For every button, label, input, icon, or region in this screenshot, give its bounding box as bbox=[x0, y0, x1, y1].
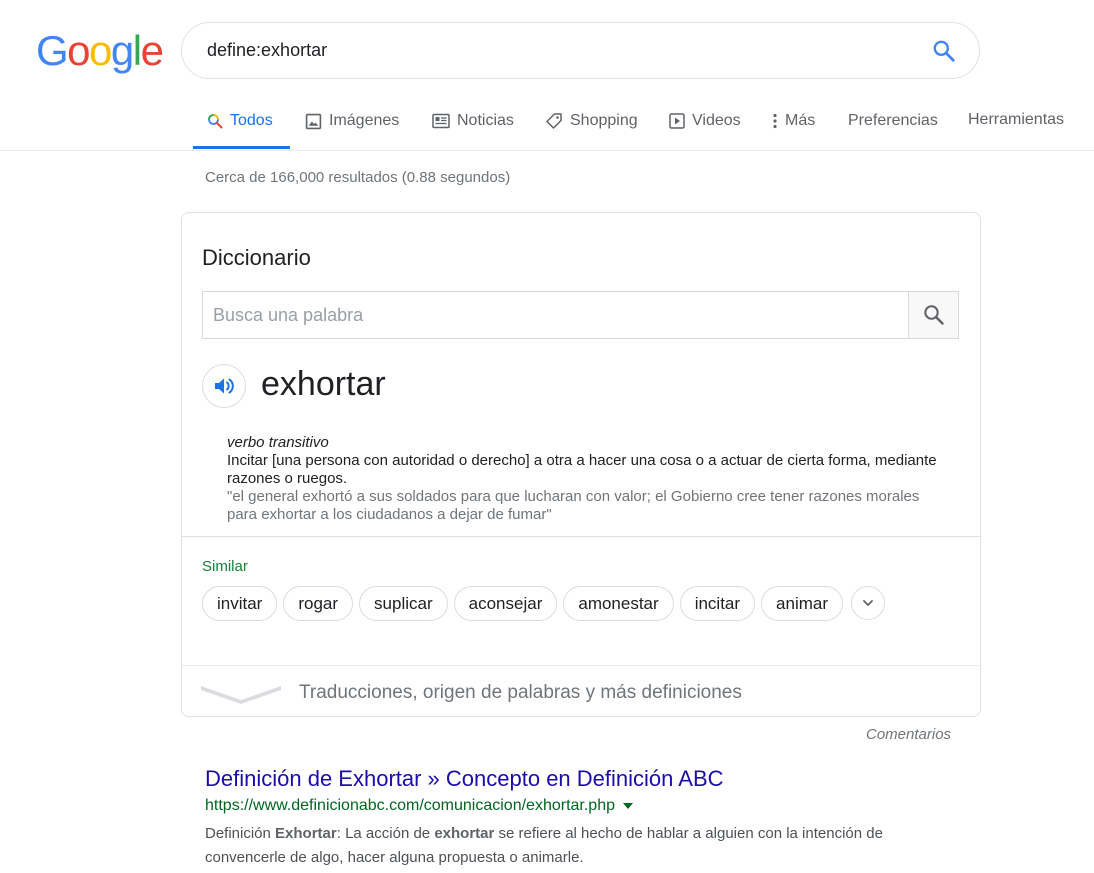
result-snippet: Definición Exhortar: La acción de exhort… bbox=[205, 822, 965, 870]
tab-label: Más bbox=[785, 112, 816, 129]
dictionary-search-input[interactable] bbox=[202, 291, 909, 339]
logo-letter: e bbox=[140, 27, 164, 74]
search-box[interactable]: define:exhortar bbox=[181, 22, 980, 79]
tab-label: Todos bbox=[230, 112, 273, 129]
more-definitions-label: Traducciones, origen de palabras y más d… bbox=[299, 682, 742, 703]
search-tabs: Todos Imágenes Noticias Shopping Videos bbox=[0, 100, 1094, 151]
pronunciation-button[interactable] bbox=[202, 364, 246, 408]
dictionary-card: Diccionario exhortar verbo transitivo In… bbox=[181, 212, 981, 717]
similar-words: invitar rogar suplicar aconsejar amonest… bbox=[202, 586, 886, 621]
tab-imagenes[interactable]: Imágenes bbox=[305, 112, 399, 130]
logo-letter: o bbox=[89, 27, 112, 74]
tab-label: Herramientas bbox=[968, 111, 1065, 128]
tab-label: Preferencias bbox=[848, 112, 938, 129]
tab-herramientas[interactable]: Herramientas bbox=[968, 111, 1064, 129]
similar-chip[interactable]: animar bbox=[761, 586, 844, 621]
similar-chip[interactable]: amonestar bbox=[563, 586, 674, 621]
definition-text: Incitar [una persona con autoridad o der… bbox=[227, 452, 937, 487]
chevron-down-icon bbox=[863, 600, 873, 606]
headword: exhortar bbox=[261, 365, 386, 403]
logo-letter: G bbox=[36, 27, 69, 74]
search-icon bbox=[208, 114, 223, 129]
feedback-link[interactable]: Comentarios bbox=[866, 726, 951, 743]
result-stats: Cerca de 166,000 resultados (0.88 segund… bbox=[205, 169, 511, 186]
search-input[interactable]: define:exhortar bbox=[207, 40, 327, 61]
caret-down-icon[interactable] bbox=[623, 803, 633, 809]
logo-letter: g bbox=[110, 27, 134, 74]
result-title-link[interactable]: Definición de Exhortar » Concepto en Def… bbox=[205, 766, 724, 792]
similar-chip[interactable]: aconsejar bbox=[453, 586, 558, 621]
snippet-text: : La acción de bbox=[336, 825, 435, 842]
similar-chip[interactable]: incitar bbox=[679, 586, 756, 621]
search-icon bbox=[933, 40, 955, 62]
card-title: Diccionario bbox=[202, 245, 311, 270]
tab-mas[interactable]: Más bbox=[772, 112, 815, 130]
snippet-text: Definición bbox=[205, 825, 276, 842]
speaker-icon bbox=[215, 378, 234, 394]
example-sentence: "el general exhortó a sus soldados para … bbox=[227, 488, 920, 523]
expand-similar-button[interactable] bbox=[851, 586, 886, 620]
more-vert-icon bbox=[773, 113, 777, 129]
tab-preferencias[interactable]: Preferencias bbox=[848, 112, 938, 130]
tab-noticias[interactable]: Noticias bbox=[432, 112, 514, 130]
search-icon bbox=[923, 305, 944, 325]
tab-label: Noticias bbox=[457, 112, 514, 129]
dictionary-search-button[interactable] bbox=[908, 291, 959, 339]
result-url-text: https://www.definicionabc.com/comunicaci… bbox=[205, 797, 615, 814]
divider bbox=[182, 536, 980, 537]
similar-chip[interactable]: rogar bbox=[283, 586, 354, 621]
google-logo[interactable]: Google bbox=[36, 27, 164, 74]
part-of-speech: verbo transitivo bbox=[227, 434, 329, 451]
image-icon bbox=[305, 113, 322, 129]
tab-label: Videos bbox=[692, 112, 741, 129]
active-tab-indicator bbox=[193, 146, 290, 149]
snippet-highlight: exhortar bbox=[434, 825, 495, 842]
similar-label: Similar bbox=[202, 558, 248, 575]
play-icon bbox=[669, 113, 685, 129]
snippet-highlight: Exhortar bbox=[275, 825, 337, 842]
logo-letter: o bbox=[67, 27, 90, 74]
similar-chip[interactable]: suplicar bbox=[359, 586, 448, 621]
tab-todos[interactable]: Todos bbox=[207, 112, 273, 130]
tab-label: Imágenes bbox=[329, 112, 400, 129]
more-definitions-toggle[interactable]: Traducciones, origen de palabras y más d… bbox=[182, 666, 980, 716]
chevron-down-icon bbox=[201, 686, 281, 704]
logo-letter: l bbox=[132, 27, 142, 74]
search-button[interactable] bbox=[931, 38, 957, 64]
result-url: https://www.definicionabc.com/comunicaci… bbox=[205, 797, 633, 815]
tab-shopping[interactable]: Shopping bbox=[545, 112, 638, 130]
news-icon bbox=[432, 113, 450, 129]
similar-chip[interactable]: invitar bbox=[202, 586, 278, 621]
tab-label: Shopping bbox=[570, 112, 638, 129]
tab-videos[interactable]: Videos bbox=[669, 112, 741, 130]
tag-icon bbox=[546, 113, 562, 129]
